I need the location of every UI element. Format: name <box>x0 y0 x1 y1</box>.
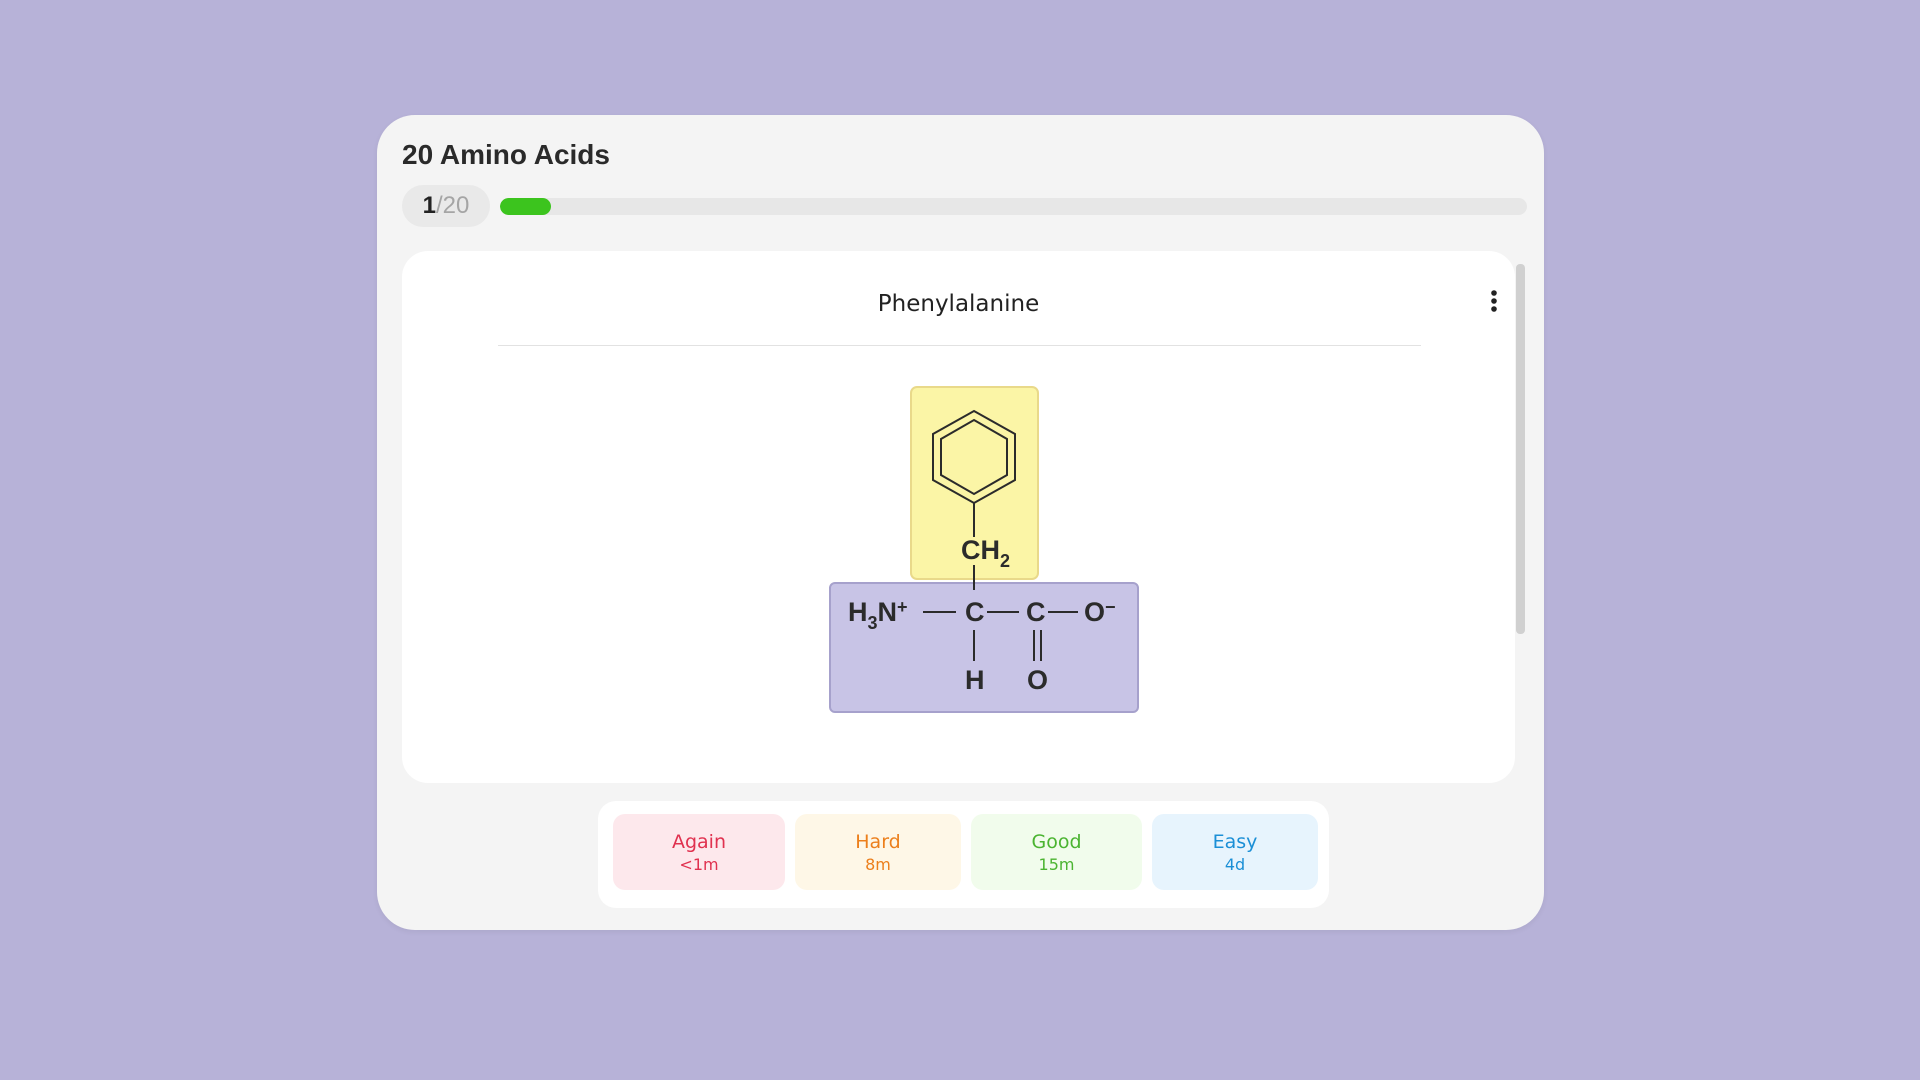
flashcard-window: 20 Amino Acids 1/20 Phenylalanine CH2 H3… <box>377 115 1544 930</box>
flashcard: Phenylalanine CH2 H3N+ C C O− H O <box>402 251 1515 783</box>
again-button[interactable]: Again <1m <box>613 814 785 890</box>
hard-button[interactable]: Hard 8m <box>795 814 961 890</box>
alpha-carbon-label: C <box>965 597 985 627</box>
card-scrollbar[interactable] <box>1516 264 1525 634</box>
alpha-hydrogen-label: H <box>965 665 985 695</box>
easy-button[interactable]: Easy 4d <box>1152 814 1318 890</box>
deck-title: 20 Amino Acids <box>402 139 610 170</box>
good-interval: 15m <box>1038 855 1075 874</box>
more-vertical-icon <box>1491 290 1497 312</box>
card-divider <box>498 345 1421 346</box>
easy-label: Easy <box>1212 831 1258 853</box>
progress-row: 1/20 <box>402 185 1527 229</box>
current-card-number: 1 <box>422 192 436 219</box>
counter-separator: / <box>435 192 443 219</box>
answer-buttons: Again <1m Hard 8m Good 15m Easy 4d <box>598 801 1329 908</box>
easy-interval: 4d <box>1224 855 1246 874</box>
total-card-count: 20 <box>442 192 470 219</box>
card-counter: 1/20 <box>402 185 490 227</box>
carboxyl-carbon-label: C <box>1026 597 1046 627</box>
good-label: Good <box>1031 831 1082 853</box>
hard-label: Hard <box>855 831 901 853</box>
card-front-text: Phenylalanine <box>877 291 1040 317</box>
progress-bar <box>500 198 1527 215</box>
phenylalanine-structure: CH2 H3N+ C C O− H O <box>829 386 1139 713</box>
again-interval: <1m <box>679 855 719 874</box>
carbonyl-oxygen-label: O <box>1027 665 1048 695</box>
again-label: Again <box>671 831 727 853</box>
card-menu-button[interactable] <box>1482 287 1506 319</box>
hard-interval: 8m <box>865 855 891 874</box>
good-button[interactable]: Good 15m <box>971 814 1142 890</box>
progress-bar-fill <box>500 198 552 215</box>
